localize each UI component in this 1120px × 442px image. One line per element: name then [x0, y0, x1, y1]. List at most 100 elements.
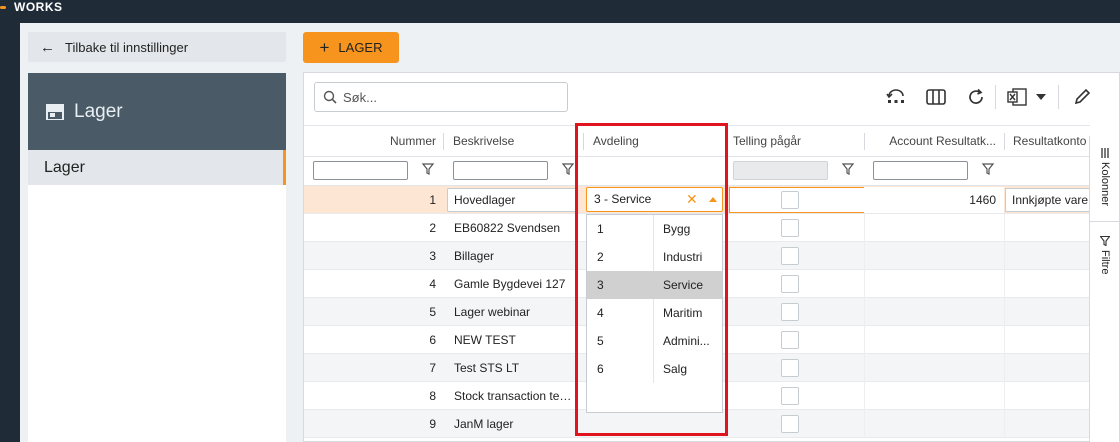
option-label: Admini...	[663, 334, 710, 348]
cell-divider	[864, 270, 865, 298]
dropdown-option[interactable]: 1 Bygg	[587, 215, 722, 243]
dropdown-option[interactable]: 6 Salg	[587, 355, 722, 383]
option-id: 5	[597, 334, 604, 348]
cell-divider	[864, 214, 865, 242]
cell-divider	[864, 354, 865, 382]
cell-nummer: 7	[429, 361, 436, 375]
telling-checkbox[interactable]	[781, 275, 799, 293]
telling-checkbox[interactable]	[781, 247, 799, 265]
cell-beskrivelse: Stock transaction tes...	[454, 389, 574, 403]
telling-checkbox[interactable]	[781, 415, 799, 433]
filter-icon	[1100, 236, 1110, 246]
cell-nummer: 6	[429, 333, 436, 347]
filter-icon[interactable]	[562, 163, 574, 175]
filter-account-input[interactable]	[873, 161, 968, 180]
telling-checkbox[interactable]	[781, 219, 799, 237]
col-header-telling[interactable]: Telling pågår	[733, 126, 861, 157]
cell-nummer: 9	[429, 417, 436, 431]
telling-checkbox[interactable]	[781, 191, 799, 209]
cell-beskrivelse-editor[interactable]: Hovedlager	[447, 188, 577, 212]
chevron-up-icon[interactable]	[709, 197, 717, 202]
filter-row	[304, 157, 1090, 186]
filter-icon[interactable]	[842, 163, 854, 175]
filter-nummer-input[interactable]	[313, 161, 408, 180]
cell-divider	[1004, 326, 1005, 354]
cell-divider	[864, 382, 865, 410]
cell-divider	[864, 410, 865, 438]
cell-beskrivelse: Test STS LT	[454, 361, 520, 375]
col-header-beskrivelse[interactable]: Beskrivelse	[453, 126, 573, 157]
arrow-left-icon: ←	[40, 38, 55, 56]
avdeling-dropdown-list: 1 Bygg 2 Industri 3 Service 4 Maritim 5 …	[586, 214, 723, 413]
columns-icon	[1101, 148, 1109, 158]
settings-nav-panel: Lager Lager	[28, 73, 286, 442]
cell-divider	[1004, 242, 1005, 270]
table-row[interactable]: 9 JanM lager	[304, 410, 1090, 438]
column-divider	[864, 133, 865, 150]
dropdown-option[interactable]: 2 Industri	[587, 243, 722, 271]
app-logo[interactable]: WORKS	[0, 0, 63, 14]
back-to-settings-button[interactable]: ← Tilbake til innstillinger	[28, 32, 286, 62]
filter-beskrivelse-input[interactable]	[453, 161, 548, 180]
edit-pencil-icon[interactable]	[1071, 86, 1093, 108]
cell-divider	[1004, 270, 1005, 298]
plus-icon: +	[319, 38, 330, 57]
clear-icon[interactable]: ✕	[686, 188, 698, 211]
tab-kolonner-label: Kolonner	[1099, 162, 1111, 207]
avdeling-combobox[interactable]: 3 - Service ✕	[586, 187, 723, 212]
filter-icon[interactable]	[422, 163, 434, 175]
cell-nummer: 1	[429, 193, 436, 207]
option-divider	[653, 299, 654, 327]
refresh-icon[interactable]	[965, 86, 987, 108]
col-header-nummer[interactable]: Nummer	[304, 126, 436, 157]
cell-beskrivelse: Billager	[454, 249, 495, 263]
column-divider	[443, 133, 444, 150]
top-bar: WORKS	[0, 0, 1120, 23]
cell-nummer: 8	[429, 389, 436, 403]
cell-nummer: 3	[429, 249, 436, 263]
dropdown-caret-icon[interactable]	[1030, 86, 1052, 108]
cell-beskrivelse: NEW TEST	[454, 333, 516, 347]
columns-icon[interactable]	[925, 86, 947, 108]
cell-divider	[1004, 410, 1005, 438]
cell-divider	[1004, 298, 1005, 326]
toolbar-divider	[1058, 85, 1059, 109]
filter-telling-input	[733, 161, 828, 180]
add-lager-button[interactable]: + LAGER	[303, 32, 399, 63]
cell-beskrivelse: EB60822 Svendsen	[454, 221, 561, 235]
excel-export-icon[interactable]	[1006, 86, 1028, 108]
telling-checkbox[interactable]	[781, 303, 799, 321]
telling-checkbox[interactable]	[781, 359, 799, 377]
option-divider	[653, 327, 654, 355]
search-box[interactable]	[314, 82, 568, 112]
restore-icon[interactable]	[885, 86, 907, 108]
cell-nummer: 4	[429, 277, 436, 291]
nav-panel-title: Lager	[74, 100, 123, 122]
grid-header: Nummer Beskrivelse Avdeling Telling pågå…	[304, 125, 1090, 157]
search-icon	[323, 90, 337, 104]
telling-checkbox[interactable]	[781, 331, 799, 349]
toolbar-divider	[995, 85, 996, 109]
dropdown-option[interactable]: 4 Maritim	[587, 299, 722, 327]
back-button-label: Tilbake til innstillinger	[65, 39, 189, 55]
logo-swoosh-icon	[0, 5, 6, 9]
cell-divider	[1004, 214, 1005, 242]
tab-kolonner[interactable]: Kolonner	[1090, 148, 1120, 206]
tab-filtre[interactable]: Filtre	[1090, 236, 1120, 274]
nav-item-label: Lager	[44, 158, 85, 176]
nav-item-lager[interactable]: Lager	[28, 150, 286, 185]
telling-checkbox[interactable]	[781, 387, 799, 405]
option-label: Industri	[663, 250, 703, 264]
dropdown-option[interactable]: 5 Admini...	[587, 327, 722, 355]
col-header-avdeling[interactable]: Avdeling	[593, 126, 713, 157]
dropdown-option-highlighted[interactable]: 3 Service	[587, 271, 722, 299]
col-header-resultat[interactable]: Resultatkonto	[1013, 126, 1093, 157]
search-input[interactable]	[343, 89, 543, 105]
filter-icon[interactable]	[982, 163, 994, 175]
cell-divider	[864, 326, 865, 354]
col-header-account[interactable]: Account Resultatk...	[868, 126, 996, 157]
warehouse-grid-panel: Nummer Beskrivelse Avdeling Telling pågå…	[303, 72, 1120, 442]
option-label: Bygg	[663, 222, 691, 236]
cell-divider	[864, 298, 865, 326]
cell-resultat-editor[interactable]: Innkjøpte vare	[1005, 188, 1095, 212]
